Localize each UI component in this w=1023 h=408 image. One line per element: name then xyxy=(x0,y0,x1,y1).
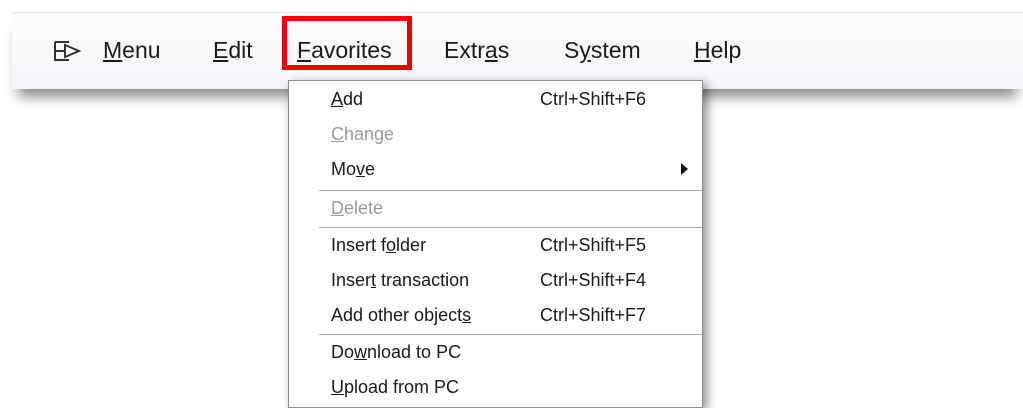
menu-item-download-to-pc[interactable]: Download to PC xyxy=(289,335,702,370)
system-menu-icon[interactable] xyxy=(52,35,82,65)
menu-item-insert-transaction[interactable]: Insert transaction Ctrl+Shift+F4 xyxy=(289,263,702,298)
menu-item-add[interactable]: Add Ctrl+Shift+F6 xyxy=(289,82,702,117)
menu-item-change[interactable]: Change xyxy=(289,117,702,152)
menu-edit[interactable]: Edit xyxy=(213,33,253,67)
favorites-dropdown-menu: Add Ctrl+Shift+F6 Change Move Delete Ins… xyxy=(288,80,703,408)
menu-extras[interactable]: Extras xyxy=(444,33,509,67)
menu-help[interactable]: Help xyxy=(694,33,741,67)
menu-item-upload-from-pc[interactable]: Upload from PC xyxy=(289,370,702,405)
menu-system[interactable]: System xyxy=(564,33,641,67)
shortcut-label: Ctrl+Shift+F5 xyxy=(540,235,647,255)
menu-menu[interactable]: Menu xyxy=(103,33,161,67)
shortcut-label: Ctrl+Shift+F4 xyxy=(540,270,647,290)
menu-item-add-other-objects[interactable]: Add other objects Ctrl+Shift+F7 xyxy=(289,298,702,333)
submenu-arrow-icon xyxy=(681,163,688,175)
menu-item-insert-folder[interactable]: Insert folder Ctrl+Shift+F5 xyxy=(289,228,702,263)
menu-favorites[interactable]: Favorites xyxy=(297,33,392,67)
menu-item-move[interactable]: Move xyxy=(289,152,702,187)
menu-item-delete[interactable]: Delete xyxy=(289,191,702,226)
shortcut-label: Ctrl+Shift+F6 xyxy=(540,89,647,109)
shortcut-label: Ctrl+Shift+F7 xyxy=(540,305,647,325)
menu-bar: Menu Edit Favorites Extras System Help xyxy=(12,12,1023,89)
